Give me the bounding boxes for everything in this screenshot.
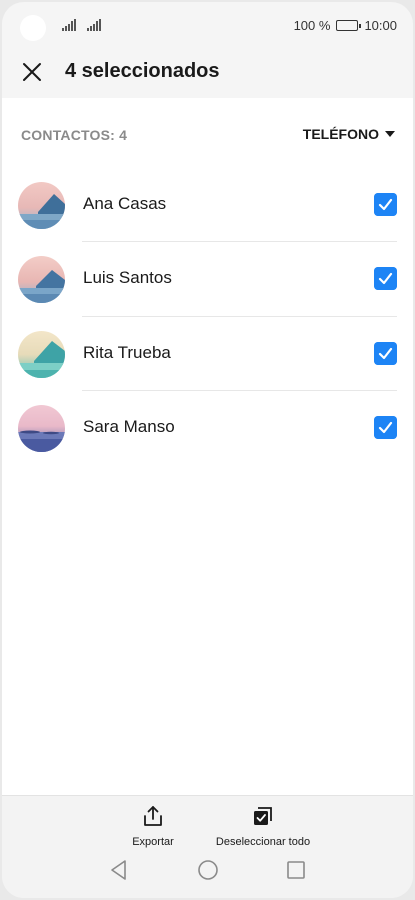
checkbox-checked-icon[interactable] xyxy=(374,415,397,439)
deselect-all-icon xyxy=(254,807,272,825)
bottom-action-bar: Exportar Deseleccionar todo xyxy=(2,795,413,898)
battery-percentage: 100 % xyxy=(293,18,331,33)
close-icon[interactable] xyxy=(20,60,44,84)
phone-screen: 100 % 10:00 4 seleccionados CONTACTOS: 4… xyxy=(2,2,413,898)
signal-icon xyxy=(87,19,101,31)
recent-apps-icon[interactable] xyxy=(285,859,307,881)
contact-row[interactable]: Sara Manso xyxy=(2,391,413,465)
checkbox-checked-icon[interactable] xyxy=(374,341,397,365)
avatar xyxy=(18,330,65,378)
clock: 10:00 xyxy=(364,18,397,33)
avatar xyxy=(18,256,65,304)
back-icon[interactable] xyxy=(109,859,129,881)
contact-name: Ana Casas xyxy=(83,194,167,213)
checkbox-checked-icon[interactable] xyxy=(374,267,397,291)
caret-down-icon xyxy=(385,131,395,137)
export-label: Exportar xyxy=(132,836,174,848)
contact-row[interactable]: Rita Trueba xyxy=(2,317,413,391)
battery-icon xyxy=(336,20,362,31)
contact-name: Sara Manso xyxy=(83,416,175,436)
share-export-icon xyxy=(144,806,162,826)
checkbox-checked-icon[interactable] xyxy=(374,193,397,216)
camera-cutout xyxy=(20,15,46,41)
avatar xyxy=(18,404,65,452)
export-button[interactable]: Exportar xyxy=(124,804,182,848)
status-bar: 100 % 10:00 xyxy=(2,2,413,50)
deselect-all-label: Deseleccionar todo xyxy=(215,836,311,848)
home-icon[interactable] xyxy=(197,859,219,881)
status-right: 100 % 10:00 xyxy=(294,18,397,33)
sort-label: TELÉFONO xyxy=(302,126,379,142)
avatar xyxy=(18,182,65,229)
contact-row[interactable]: Luis Santos xyxy=(2,242,413,317)
page-title: 4 seleccionados xyxy=(65,60,220,82)
contact-name: Luis Santos xyxy=(83,268,172,288)
contact-name: Rita Trueba xyxy=(83,342,171,362)
contact-row[interactable]: Ana Casas xyxy=(2,168,413,243)
contacts-count: CONTACTOS: 4 xyxy=(21,127,128,143)
signal-icon xyxy=(62,19,76,31)
deselect-all-button[interactable]: Deseleccionar todo xyxy=(202,804,324,848)
list-header: CONTACTOS: 4 TELÉFONO xyxy=(2,98,413,168)
contact-list-panel: CONTACTOS: 4 TELÉFONO Ana Casas Luis San… xyxy=(2,98,413,795)
selection-header: 4 seleccionados xyxy=(2,50,413,98)
sort-dropdown[interactable]: TELÉFONO xyxy=(303,126,395,142)
